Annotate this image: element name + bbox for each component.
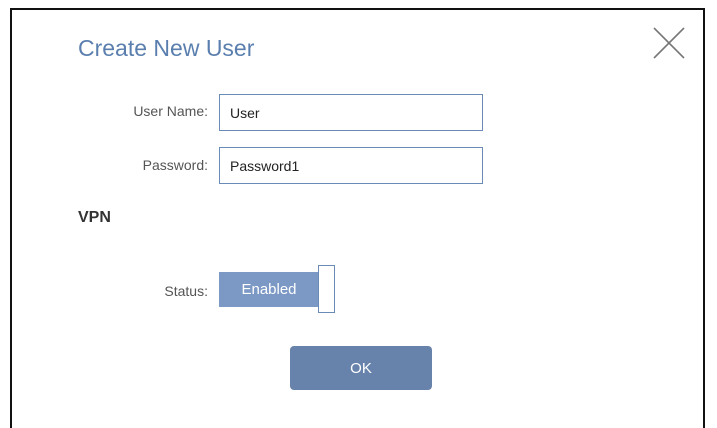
toggle-state-label: Enabled	[219, 272, 319, 307]
vpn-section-title: VPN	[78, 209, 111, 226]
status-label: Status:	[164, 283, 208, 299]
user-name-label: User Name:	[133, 103, 208, 119]
dialog-title: Create New User	[78, 35, 255, 61]
close-button[interactable]	[652, 26, 686, 60]
vpn-status-toggle[interactable]: Enabled	[219, 265, 336, 315]
password-label: Password:	[142, 157, 208, 173]
password-field[interactable]	[219, 147, 483, 184]
ok-button[interactable]: OK	[290, 346, 432, 390]
close-icon	[653, 27, 685, 59]
toggle-knob[interactable]	[318, 265, 335, 313]
user-name-field[interactable]	[219, 94, 483, 131]
create-user-dialog: Create New User User Name: Password: VPN…	[10, 8, 705, 428]
